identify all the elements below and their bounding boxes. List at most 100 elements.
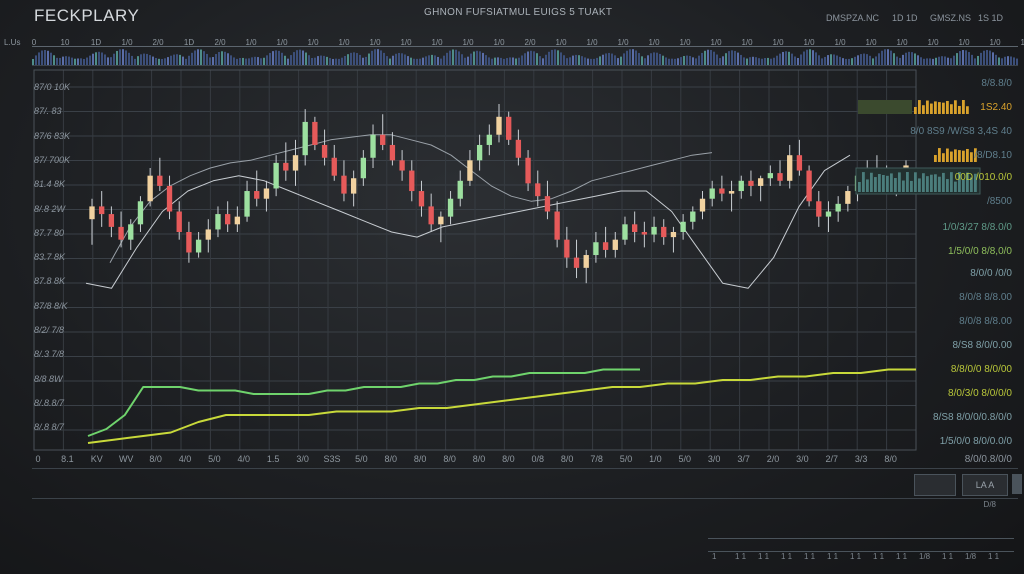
footer-number: 1: [712, 552, 717, 561]
right-axis-label: 8/0/0 /0/0: [970, 268, 1012, 279]
x-tick-label: WV: [118, 454, 134, 464]
candle-body: [370, 134, 376, 158]
legend-box-1: [858, 100, 912, 114]
y-tick-label: 87.8 8K: [34, 276, 66, 287]
legend-bars-2: [934, 155, 937, 162]
candle-body: [457, 180, 463, 199]
nav-handle-icon[interactable]: [1012, 474, 1022, 494]
legend-bars-2: [950, 151, 953, 162]
candle-body: [380, 134, 386, 145]
y-tick-label: 87/8 8/K: [34, 300, 68, 311]
legend-bars-1: [922, 105, 925, 114]
legend-bars-1: [966, 106, 969, 114]
legend-bars-3: [922, 173, 925, 192]
y-tick-label: 8/.8.8/7: [34, 397, 65, 408]
x-tick-label: 3/0: [296, 454, 309, 464]
candle-body: [825, 211, 832, 217]
nav-input[interactable]: LA A: [962, 474, 1008, 496]
x-tick-label: 3/3: [854, 454, 868, 464]
x-tick-label: 8/0: [413, 454, 427, 464]
x-tick-label: 8/0: [472, 454, 486, 464]
candle-body: [331, 157, 337, 176]
legend-bars-3: [950, 172, 953, 192]
x-tick-label: 4/0: [237, 454, 251, 464]
candle-body: [787, 155, 793, 181]
x-tick-label: 8/0: [149, 454, 162, 464]
candle-body: [583, 255, 589, 268]
right-axis-label: /8/D8.10: [974, 150, 1012, 161]
x-tick-label: 0: [35, 454, 41, 464]
x-tick-label: KV: [90, 454, 103, 464]
legend-bars-3: [910, 180, 913, 192]
x-tick-label: 8/0: [384, 454, 398, 464]
right-axis-label: 8/8.8/0: [981, 78, 1012, 89]
legend-bars-1: [954, 100, 957, 114]
y-tick-label: 81.4 8K: [34, 179, 66, 190]
legend-bars-2: [958, 150, 961, 162]
footer-number: 1 1: [850, 552, 862, 561]
legend-bars-3: [938, 176, 941, 192]
legend-bars-1: [914, 107, 917, 114]
x-tick-label: 5/0: [355, 454, 368, 464]
legend-bars-1: [918, 100, 921, 114]
x-tick-label: 8/0: [884, 454, 897, 464]
candle-body: [748, 180, 754, 186]
legend-bars-1: [938, 102, 941, 114]
legend-bars-1: [958, 105, 961, 114]
candle-body: [438, 216, 444, 225]
x-tick-label: 0/8: [531, 454, 545, 464]
x-tick-label: 5/0: [619, 454, 633, 464]
x-tick-label: 5/0: [678, 454, 692, 464]
y-tick-label: 8/.3 7/8: [34, 349, 65, 360]
legend-bars-3: [862, 172, 865, 192]
price-chart[interactable]: [0, 0, 1024, 574]
candle-body: [651, 226, 657, 235]
candle-body: [399, 160, 405, 171]
candle-body: [602, 242, 609, 250]
legend-bars-3: [894, 178, 897, 192]
candle-body: [476, 144, 483, 161]
x-tick-label: 5/0: [208, 454, 221, 464]
legend-bars-3: [906, 172, 909, 192]
candle-body: [632, 224, 638, 232]
candle-body: [147, 175, 153, 202]
candle-body: [486, 134, 492, 145]
candle-body: [496, 116, 502, 135]
right-axis-label: 00D /010.0/0: [954, 172, 1012, 183]
candle-body: [292, 155, 299, 171]
candle-body: [263, 188, 270, 199]
candle-body: [389, 144, 396, 161]
right-axis-label: 1/5/0/0 8/8,0/0: [948, 246, 1012, 257]
candle-body: [612, 239, 618, 250]
right-axis-label: 8/0/3/0 8/0/0/0: [948, 388, 1012, 399]
candle-body: [845, 191, 851, 204]
right-axis-label: 1S2.40: [980, 102, 1012, 113]
y-tick-label: 8/8 8W: [34, 373, 63, 384]
footer-number: 1 1: [988, 552, 1000, 561]
legend-bars-2: [970, 152, 973, 162]
candle-body: [312, 121, 318, 145]
candle-body: [166, 185, 173, 212]
x-tick-label: 8.1: [61, 454, 74, 464]
legend-bars-3: [918, 178, 921, 192]
candle-body: [622, 224, 628, 240]
legend-bars-1: [926, 100, 929, 114]
candle-body: [661, 226, 667, 238]
candle-body: [176, 211, 182, 232]
y-tick-label: 8/.8 8/7: [34, 422, 65, 433]
x-tick-label: 3/7: [737, 454, 750, 464]
candle-body: [234, 216, 241, 225]
right-axis-label: 8/0/0.8/0/0: [964, 454, 1012, 465]
candle-body: [321, 144, 328, 158]
legend-bars-1: [934, 101, 937, 114]
legend-bars-3: [902, 180, 905, 192]
candle-body: [690, 211, 696, 222]
candle-body: [341, 175, 347, 194]
nav-button[interactable]: [914, 474, 956, 496]
candle-body: [283, 162, 289, 171]
candle-body: [525, 157, 531, 184]
legend-bars-1: [942, 102, 945, 114]
footer-number: 1/8: [965, 552, 977, 561]
legend-bars-3: [914, 172, 917, 192]
candle-body: [719, 188, 725, 194]
